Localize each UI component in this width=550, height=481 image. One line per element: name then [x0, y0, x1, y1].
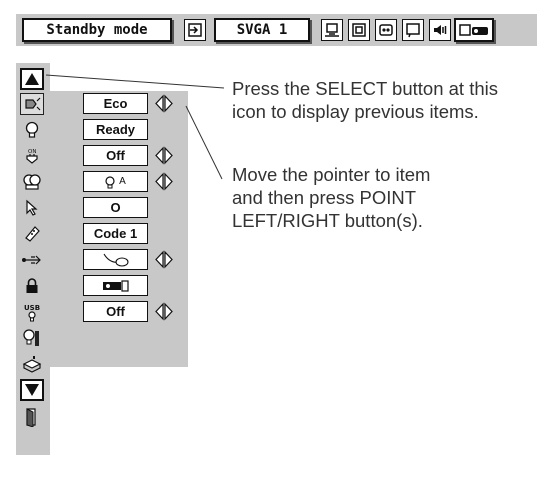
select-note: Press the SELECT button at this icon to … — [232, 77, 498, 123]
select-note-line1: Press the SELECT button at this — [232, 78, 498, 99]
pointer-note: Move the pointer to item and then press … — [232, 163, 430, 232]
pointer-leader-line — [185, 105, 223, 180]
pointer-note-line3: LEFT/RIGHT button(s). — [232, 210, 423, 231]
pointer-note-line1: Move the pointer to item — [232, 164, 431, 185]
select-leader-line — [45, 74, 225, 89]
pointer-note-line2: and then press POINT — [232, 187, 417, 208]
select-note-line2: icon to display previous items. — [232, 101, 479, 122]
callout-leader-lines — [45, 74, 225, 180]
